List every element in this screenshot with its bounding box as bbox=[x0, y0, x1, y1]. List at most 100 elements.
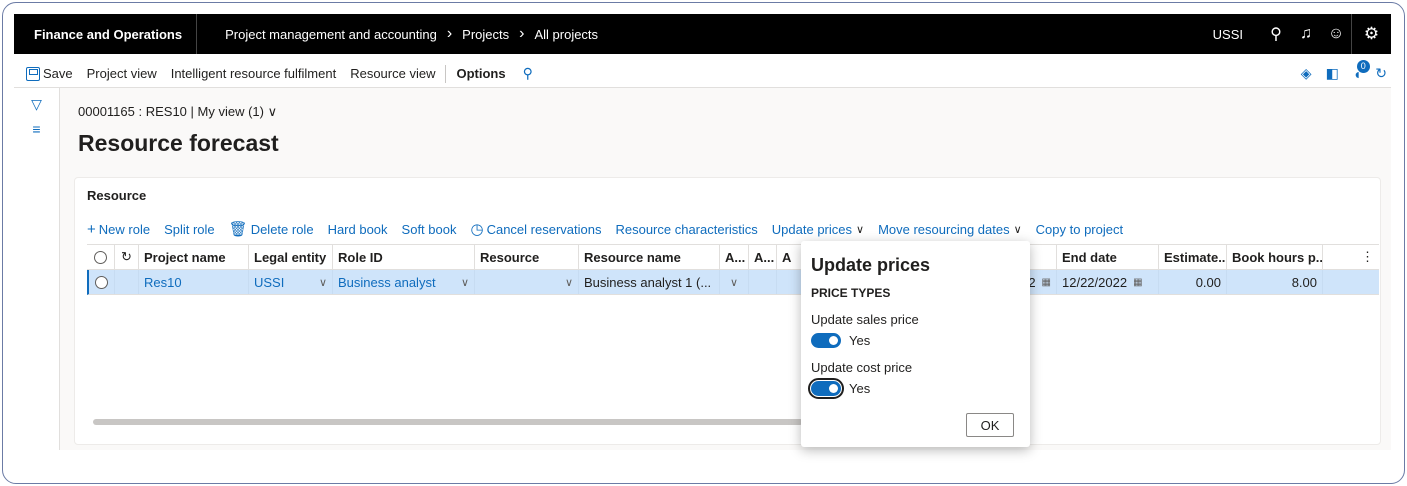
hard-book-button[interactable]: Hard book bbox=[328, 222, 388, 237]
sales-toggle-switch[interactable] bbox=[811, 333, 841, 348]
cost-toggle-value: Yes bbox=[849, 381, 871, 396]
cell-a1[interactable]: ∨ bbox=[720, 270, 749, 294]
delete-role-button[interactable]: 🗑 Delete role bbox=[229, 220, 314, 238]
cell-book-hours[interactable]: 8.00 bbox=[1227, 270, 1323, 294]
soft-book-button[interactable]: Soft book bbox=[402, 222, 457, 237]
move-resourcing-dates-label: Move resourcing dates bbox=[878, 221, 1010, 237]
col-a1[interactable]: A... bbox=[720, 245, 749, 269]
resource-panel: Resource + New role Split role 🗑 Delete ro… bbox=[74, 177, 1381, 445]
col-estimated[interactable]: Estimate... bbox=[1159, 245, 1227, 269]
project-view-button[interactable]: Project view bbox=[80, 66, 164, 81]
cell-project-name[interactable]: Res10 bbox=[139, 270, 249, 294]
calendar-icon[interactable]: ▦ bbox=[1042, 277, 1051, 288]
main-content: 00001165 : RES10 | My view (1) ∨ Resourc… bbox=[60, 88, 1391, 450]
refresh-column-icon[interactable]: ↻ bbox=[115, 245, 139, 269]
col-end-date[interactable]: End date bbox=[1057, 245, 1159, 269]
col-project-name[interactable]: Project name bbox=[139, 245, 249, 269]
chevron-down-icon[interactable]: ∨ bbox=[319, 276, 327, 289]
cell-role-id[interactable]: Business analyst ∨ bbox=[333, 270, 475, 294]
cell-trailing bbox=[1323, 270, 1379, 294]
chevron-down-icon[interactable]: ∨ bbox=[461, 276, 469, 289]
view-selector[interactable]: My view (1) bbox=[198, 104, 264, 119]
search-icon[interactable]: ⚲ bbox=[1261, 24, 1291, 44]
cell-resource[interactable]: ∨ bbox=[475, 270, 579, 294]
grid-toolbar: + New role Split role 🗑 Delete role Hard b… bbox=[87, 220, 1137, 239]
cell-a2[interactable] bbox=[749, 270, 777, 294]
resource-characteristics-button[interactable]: Resource characteristics bbox=[615, 222, 757, 237]
panel-title: Resource bbox=[87, 188, 147, 203]
legal-entity-value: USSI bbox=[254, 274, 285, 290]
move-resourcing-dates-button[interactable]: Move resourcing dates ∨ bbox=[878, 222, 1022, 237]
breadcrumb-module[interactable]: Project management and accounting bbox=[225, 27, 437, 42]
update-prices-button[interactable]: Update prices ∨ bbox=[772, 222, 864, 237]
diamond-icon[interactable]: ◈ bbox=[1301, 65, 1312, 82]
col-legal-entity[interactable]: Legal entity bbox=[249, 245, 333, 269]
filter-icon[interactable]: ▽ bbox=[14, 96, 59, 113]
breadcrumb: Project management and accounting › Proj… bbox=[197, 25, 598, 43]
row-radio[interactable] bbox=[95, 275, 108, 289]
app-brand[interactable]: Finance and Operations bbox=[14, 14, 198, 54]
chevron-down-icon[interactable]: ∨ bbox=[565, 276, 573, 289]
resource-view-button[interactable]: Resource view bbox=[343, 66, 442, 81]
chevron-down-icon[interactable]: ∨ bbox=[730, 276, 738, 289]
col-role-id[interactable]: Role ID bbox=[333, 245, 475, 269]
top-nav-right: USSI ⚲ ♫ ☺ ⚙ bbox=[1213, 14, 1391, 54]
breadcrumb-projects[interactable]: Projects bbox=[462, 27, 509, 42]
office-icon[interactable]: ◧ bbox=[1326, 65, 1339, 82]
update-cost-price-label: Update cost price bbox=[811, 360, 913, 375]
cell-estimated[interactable]: 0.00 bbox=[1159, 270, 1227, 294]
smiley-icon[interactable]: ☺ bbox=[1321, 25, 1351, 43]
row-spacer bbox=[115, 270, 139, 294]
ok-button[interactable]: OK bbox=[966, 413, 1014, 437]
action-search-icon[interactable]: ⚲ bbox=[513, 65, 543, 82]
select-all-column[interactable] bbox=[87, 245, 115, 269]
col-a2[interactable]: A... bbox=[749, 245, 777, 269]
cell-legal-entity[interactable]: USSI ∨ bbox=[249, 270, 333, 294]
chevron-down-icon[interactable]: ∨ bbox=[268, 104, 278, 119]
trash-icon: 🗑 bbox=[228, 221, 248, 238]
action-pane-right: ◈ ◧ ◖ 0 ↻ bbox=[1301, 59, 1391, 82]
col-book-hours[interactable]: Book hours p... bbox=[1227, 245, 1323, 269]
clock-icon: ◷ bbox=[470, 221, 484, 238]
copy-to-project-button[interactable]: Copy to project bbox=[1036, 222, 1123, 237]
chevron-down-icon: ∨ bbox=[1013, 223, 1022, 236]
update-sales-price-label: Update sales price bbox=[811, 312, 919, 327]
intelligent-resource-fulfilment-button[interactable]: Intelligent resource fulfilment bbox=[164, 66, 343, 81]
dialog-title: Update prices bbox=[811, 255, 931, 275]
cost-toggle-switch[interactable] bbox=[808, 378, 844, 399]
update-prices-dialog: Update prices PRICE TYPES Update sales p… bbox=[801, 241, 1030, 447]
page-title: Resource forecast bbox=[78, 130, 279, 156]
update-cost-price-toggle[interactable]: Yes bbox=[808, 378, 1020, 399]
list-icon[interactable]: ≡ bbox=[14, 121, 59, 137]
calendar-icon[interactable]: ▦ bbox=[1133, 277, 1142, 288]
table-row[interactable]: Res10 USSI ∨ Business analyst ∨ ∨ Business… bbox=[87, 270, 1379, 295]
gear-icon[interactable]: ⚙ bbox=[1351, 14, 1391, 54]
save-button[interactable]: Save bbox=[14, 66, 80, 81]
more-options-icon[interactable]: ⋮ bbox=[1323, 245, 1379, 269]
new-role-button[interactable]: + New role bbox=[87, 221, 150, 238]
role-id-value: Business analyst bbox=[338, 274, 436, 290]
update-sales-price-toggle[interactable]: Yes bbox=[811, 333, 1020, 348]
cell-resource-name[interactable]: Business analyst 1 (... bbox=[579, 270, 720, 294]
options-tab[interactable]: Options bbox=[449, 66, 512, 81]
col-resource[interactable]: Resource bbox=[475, 245, 579, 269]
save-icon bbox=[26, 66, 40, 81]
split-role-button[interactable]: Split role bbox=[164, 222, 215, 237]
company-picker[interactable]: USSI bbox=[1213, 27, 1243, 42]
row-select[interactable] bbox=[89, 270, 115, 294]
left-nav: ▽ ≡ bbox=[14, 88, 60, 450]
breadcrumb-all-projects[interactable]: All projects bbox=[534, 27, 598, 42]
price-types-heading: PRICE TYPES bbox=[811, 286, 891, 300]
notification-icon[interactable]: ◖ 0 bbox=[1353, 59, 1370, 82]
select-all-radio[interactable] bbox=[94, 250, 107, 264]
record-id: 00001165 : RES10 bbox=[78, 104, 187, 119]
refresh-icon[interactable]: ↻ bbox=[1375, 65, 1387, 82]
cell-end-date[interactable]: 12/22/2022 ▦ bbox=[1057, 270, 1159, 294]
col-resource-name[interactable]: Resource name bbox=[579, 245, 720, 269]
caption-separator: | bbox=[190, 104, 198, 119]
save-label: Save bbox=[43, 66, 73, 81]
bell-icon[interactable]: ♫ bbox=[1291, 25, 1321, 43]
horizontal-scrollbar[interactable] bbox=[93, 419, 803, 425]
cancel-reservations-button[interactable]: ◷ Cancel reservations bbox=[470, 220, 601, 238]
sales-toggle-value: Yes bbox=[849, 333, 871, 348]
